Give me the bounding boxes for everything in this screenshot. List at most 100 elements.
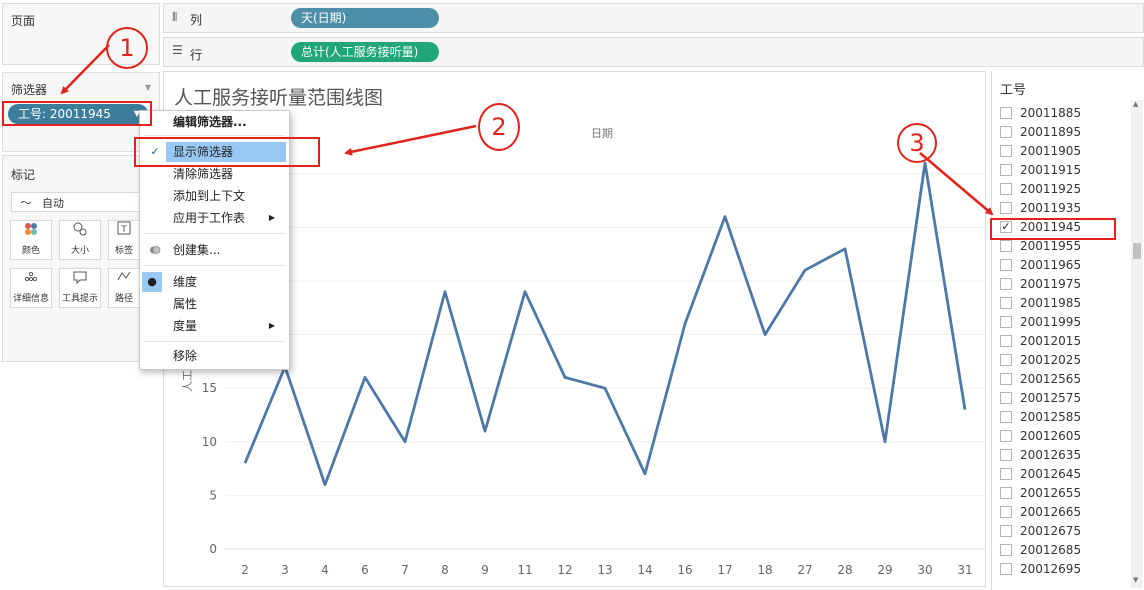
svg-text:T: T	[120, 225, 127, 235]
x-tick-label: 27	[797, 563, 812, 577]
columns-icon: ⦀	[172, 10, 177, 24]
columns-pill-date[interactable]: 天(日期)	[291, 8, 439, 28]
checkbox[interactable]	[1000, 449, 1012, 461]
menu-item-attribute[interactable]: 属性	[140, 294, 289, 314]
y-tick-label: 5	[209, 488, 217, 502]
checkbox[interactable]	[1000, 468, 1012, 480]
color-icon	[11, 221, 51, 243]
filter-list-item-label: 20012635	[1020, 448, 1082, 462]
menu-item-apply-to-worksheets[interactable]: 应用于工作表 ▶	[140, 208, 289, 228]
label-icon: T	[109, 221, 139, 243]
menu-item-measure-label: 度量	[173, 319, 198, 333]
menu-item-apply-to-worksheets-label: 应用于工作表	[173, 211, 246, 225]
filter-list-item-label: 20011905	[1020, 144, 1082, 158]
menu-item-remove-label: 移除	[173, 349, 198, 363]
checkbox[interactable]	[1000, 354, 1012, 366]
size-icon	[60, 221, 100, 243]
checkbox[interactable]	[1000, 183, 1012, 195]
menu-separator	[144, 233, 285, 234]
scroll-down-icon[interactable]: ▼	[1133, 576, 1138, 584]
x-tick-label: 30	[917, 563, 932, 577]
mark-tooltip-label: 工具提示	[61, 294, 98, 304]
rows-pill-measure[interactable]: 总计(人工服务接听量)	[291, 42, 439, 62]
menu-item-remove[interactable]: 移除	[140, 346, 289, 366]
chart-title: 人工服务接听量范围线图	[174, 87, 383, 109]
filter-list-item-label: 20012645	[1020, 467, 1082, 481]
checkbox[interactable]	[1000, 107, 1012, 119]
filter-list-item-label: 20011935	[1020, 201, 1082, 215]
mark-path-button[interactable]: 路径	[108, 268, 140, 308]
menu-item-edit-filter[interactable]: 编辑筛选器...	[140, 112, 289, 132]
checkbox[interactable]	[1000, 544, 1012, 556]
filter-card-scrollbar[interactable]: ▲ ▼	[1131, 100, 1143, 588]
x-tick-label: 4	[321, 563, 329, 577]
menu-separator	[144, 341, 285, 342]
mark-detail-button[interactable]: 详细信息	[10, 268, 52, 308]
x-tick-label: 17	[717, 563, 732, 577]
x-tick-label: 7	[401, 563, 409, 577]
checkbox[interactable]	[1000, 316, 1012, 328]
filter-list-item-label: 20012695	[1020, 562, 1082, 576]
filters-dropdown-icon[interactable]: ▼	[145, 83, 151, 92]
checkbox[interactable]	[1000, 164, 1012, 176]
selected-dot-icon: ●	[142, 272, 162, 292]
checkbox[interactable]	[1000, 259, 1012, 271]
checkbox[interactable]	[1000, 373, 1012, 385]
menu-item-clear-filter-label: 清除筛选器	[173, 167, 234, 181]
x-tick-label: 6	[361, 563, 369, 577]
menu-item-attribute-label: 属性	[173, 297, 198, 311]
filter-list-item-label: 20012675	[1020, 524, 1082, 538]
line-mark-icon: 〜	[20, 196, 33, 210]
filter-list-item-label: 20011895	[1020, 125, 1082, 139]
menu-item-dimension-label: 维度	[173, 275, 198, 289]
y-axis-title: 人工	[181, 370, 194, 392]
mark-type-select[interactable]: 〜 自动	[11, 192, 157, 212]
checkbox[interactable]	[1000, 506, 1012, 518]
mark-color-label: 颜色	[21, 246, 40, 256]
filter-list-item-label: 20012025	[1020, 353, 1082, 367]
checkbox[interactable]	[1000, 487, 1012, 499]
set-icon	[145, 240, 165, 260]
x-tick-label: 12	[557, 563, 572, 577]
menu-item-dimension[interactable]: ● 维度	[140, 272, 289, 292]
filter-list-item-label: 20012655	[1020, 486, 1082, 500]
checkbox[interactable]	[1000, 335, 1012, 347]
highlight-box-show-filter	[134, 137, 320, 167]
marks-title: 标记	[11, 168, 36, 182]
checkbox[interactable]	[1000, 240, 1012, 252]
mark-size-button[interactable]: 大小	[59, 220, 101, 260]
callout-3-number: 3	[909, 129, 925, 157]
checkbox[interactable]	[1000, 392, 1012, 404]
checkbox[interactable]	[1000, 145, 1012, 157]
mark-label-button[interactable]: T 标签	[108, 220, 140, 260]
mark-color-button[interactable]: 颜色	[10, 220, 52, 260]
x-tick-label: 8	[441, 563, 449, 577]
checkbox[interactable]	[1000, 411, 1012, 423]
checkbox[interactable]	[1000, 297, 1012, 309]
scroll-up-icon[interactable]: ▲	[1133, 100, 1138, 108]
filter-list-item-label: 20012665	[1020, 505, 1082, 519]
checkbox[interactable]	[1000, 525, 1012, 537]
menu-item-add-to-context[interactable]: 添加到上下文	[140, 186, 289, 206]
checkbox[interactable]	[1000, 126, 1012, 138]
checkbox[interactable]	[1000, 202, 1012, 214]
checkbox[interactable]	[1000, 563, 1012, 575]
filter-card-title: 工号	[1000, 83, 1027, 98]
menu-item-create-set[interactable]: 创建集...	[140, 240, 289, 260]
y-tick-label: 15	[202, 381, 217, 395]
rows-icon: ☰	[172, 43, 183, 57]
callout-1-number: 1	[119, 34, 135, 62]
filter-list-item-label: 20011975	[1020, 277, 1082, 291]
series-line[interactable]	[243, 161, 967, 487]
checkbox[interactable]	[1000, 430, 1012, 442]
tooltip-icon	[60, 269, 100, 291]
filter-list-item-label: 20011885	[1020, 106, 1082, 120]
mark-tooltip-button[interactable]: 工具提示	[59, 268, 101, 308]
filter-list-item-label: 20011985	[1020, 296, 1082, 310]
filter-list-item-label: 20011965	[1020, 258, 1082, 272]
menu-item-measure[interactable]: 度量 ▶	[140, 316, 289, 336]
checkbox[interactable]	[1000, 278, 1012, 290]
menu-item-clear-filter[interactable]: 清除筛选器	[140, 164, 289, 184]
x-tick-label: 18	[757, 563, 772, 577]
scroll-thumb[interactable]	[1133, 243, 1141, 259]
